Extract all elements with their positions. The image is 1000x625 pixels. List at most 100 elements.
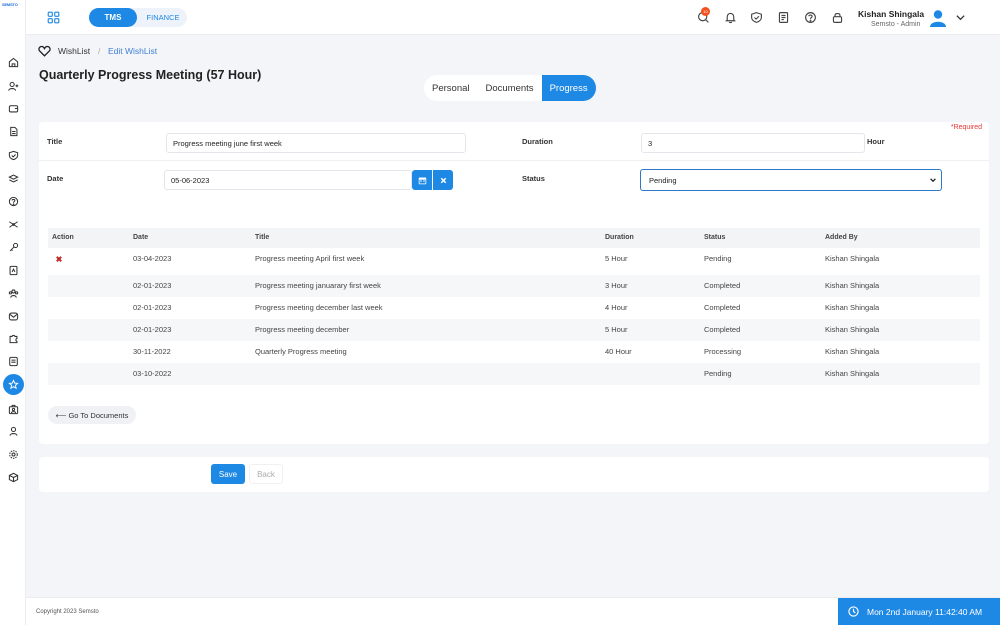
- date-input[interactable]: 05-06-2023: [164, 170, 412, 190]
- close-icon: [440, 177, 446, 183]
- delete-row-button[interactable]: ✖: [53, 253, 65, 265]
- app-logo: SEMSTO: [2, 2, 18, 7]
- cell-status: Completed: [704, 303, 741, 312]
- finance-module-button[interactable]: FINANCE: [139, 8, 187, 27]
- key-icon[interactable]: [6, 240, 20, 254]
- heart-icon: [38, 45, 51, 57]
- cell-status: Pending: [704, 254, 732, 263]
- back-button[interactable]: Back: [249, 464, 283, 484]
- cell-date: 02-01-2023: [133, 281, 172, 290]
- cell-added-by: Kishan Shingala: [825, 281, 880, 290]
- cell-added-by: Kishan Shingala: [825, 325, 880, 334]
- cell-status: Pending: [704, 369, 732, 378]
- star-icon[interactable]: [3, 374, 24, 395]
- table-row: 03-10-2022 Pending Kishan Shingala: [48, 363, 980, 385]
- clock-bar: Mon 2nd January 11:42:40 AM: [838, 598, 1000, 625]
- cell-date: 03-04-2023: [133, 254, 172, 263]
- breadcrumb-root[interactable]: WishList: [58, 46, 90, 56]
- calendar-button[interactable]: [412, 170, 432, 190]
- close-icon: ✖: [55, 254, 63, 264]
- user-add-icon[interactable]: [6, 79, 20, 93]
- shield-icon[interactable]: [749, 10, 763, 24]
- tab-personal[interactable]: Personal: [424, 75, 478, 101]
- save-button[interactable]: Save: [211, 464, 245, 484]
- table-row: ✖ 03-04-2023 Progress meeting April firs…: [48, 250, 980, 272]
- report-icon[interactable]: [6, 263, 20, 277]
- table-header: Action Date Title Duration Status Added …: [48, 228, 980, 248]
- person-icon[interactable]: [6, 424, 20, 438]
- chevron-down-icon: [930, 178, 936, 183]
- cell-title: Progress meeting december last week: [255, 303, 383, 312]
- cell-date: 02-01-2023: [133, 325, 172, 334]
- page-title: Quarterly Progress Meeting (57 Hour): [39, 68, 262, 82]
- wallet-icon[interactable]: [6, 101, 20, 115]
- sidebar: SEMSTO: [0, 0, 26, 625]
- status-select[interactable]: Pending: [640, 169, 942, 191]
- table-row: 02-01-2023 Progress meeting december las…: [48, 297, 980, 319]
- cell-duration: 3 Hour: [605, 281, 628, 290]
- cell-added-by: Kishan Shingala: [825, 303, 880, 312]
- team-icon[interactable]: [6, 286, 20, 300]
- list-icon[interactable]: [6, 354, 20, 368]
- cell-added-by: Kishan Shingala: [825, 369, 880, 378]
- shield-check-icon[interactable]: [6, 148, 20, 162]
- required-note: *Required: [950, 124, 982, 131]
- table-row: 30-11-2022 Quarterly Progress meeting 40…: [48, 341, 980, 363]
- bell-icon[interactable]: [723, 10, 737, 24]
- puzzle-icon[interactable]: [6, 331, 20, 345]
- user-role: Semsto - Admin: [871, 21, 921, 28]
- user-name: Kishan Shingala: [858, 9, 925, 19]
- progress-form-card: *Required Title Progress meeting june fi…: [39, 122, 989, 444]
- cell-added-by: Kishan Shingala: [825, 254, 880, 263]
- lock-icon[interactable]: [830, 10, 844, 24]
- home-icon[interactable]: [6, 55, 20, 69]
- duration-label: Duration: [522, 137, 553, 146]
- clock-icon: [848, 606, 859, 617]
- title-label: Title: [47, 137, 63, 146]
- clear-date-button[interactable]: [433, 170, 453, 190]
- cell-status: Processing: [704, 347, 742, 356]
- package-icon[interactable]: [6, 470, 20, 484]
- help-icon[interactable]: [6, 194, 20, 208]
- tab-progress[interactable]: Progress: [541, 75, 596, 101]
- duration-input[interactable]: 3: [641, 133, 865, 153]
- avatar[interactable]: [928, 8, 948, 28]
- layers-icon[interactable]: [6, 171, 20, 185]
- cell-duration: 40 Hour: [605, 347, 632, 356]
- help-circle-icon[interactable]: [803, 10, 817, 24]
- go-to-documents-button[interactable]: ⟵ Go To Documents: [48, 406, 136, 424]
- calendar-icon: [418, 177, 426, 184]
- clock-text: Mon 2nd January 11:42:40 AM: [867, 606, 983, 617]
- cell-title: Progress meeting december: [255, 325, 350, 334]
- header-title: Title: [255, 234, 270, 241]
- form-actions-card: Save Back: [39, 457, 989, 492]
- tms-module-button[interactable]: TMS: [89, 8, 137, 27]
- shuffle-icon[interactable]: [6, 217, 20, 231]
- header-added-by: Added By: [825, 234, 858, 241]
- id-card-icon[interactable]: [6, 402, 20, 416]
- mail-icon[interactable]: [6, 309, 20, 323]
- top-header: TMS FINANCE 10 Kishan Shingala Semsto - …: [26, 0, 1000, 35]
- module-switcher: TMS FINANCE: [89, 8, 187, 27]
- document-icon[interactable]: [6, 124, 20, 138]
- cell-date: 30-11-2022: [133, 347, 171, 356]
- copyright-text: Copyright 2023 Semsto: [36, 609, 99, 615]
- apps-grid-icon[interactable]: [47, 11, 60, 24]
- status-label: Status: [522, 174, 545, 183]
- cell-duration: 5 Hour: [605, 254, 628, 263]
- status-select-value: Pending: [649, 175, 677, 185]
- title-input[interactable]: Progress meeting june first week: [166, 133, 466, 153]
- table-row: 02-01-2023 Progress meeting januarary fi…: [48, 275, 980, 297]
- chevron-down-icon[interactable]: [955, 12, 966, 23]
- settings-icon[interactable]: [6, 447, 20, 461]
- header-action: Action: [52, 234, 74, 241]
- header-duration: Duration: [605, 234, 634, 241]
- cell-date: 03-10-2022: [133, 369, 172, 378]
- cell-title: Progress meeting April first week: [255, 254, 365, 263]
- cell-title: Quarterly Progress meeting: [255, 347, 347, 356]
- duration-unit: Hour: [867, 137, 885, 146]
- date-label: Date: [47, 174, 64, 183]
- notes-icon[interactable]: [776, 10, 790, 24]
- header-status: Status: [704, 234, 726, 241]
- tab-documents[interactable]: Documents: [478, 75, 542, 101]
